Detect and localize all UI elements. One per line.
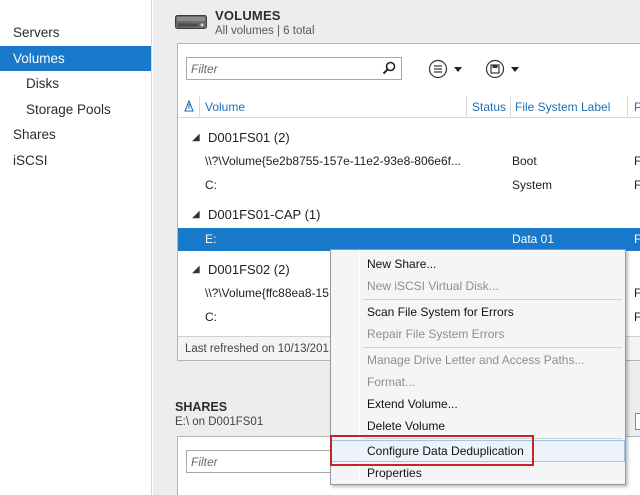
column-volume[interactable]: Volume [205, 96, 245, 118]
table-row[interactable]: C: System F [178, 174, 640, 197]
menu-item-new-share[interactable]: New Share... [331, 253, 625, 275]
volumes-filter-box [186, 57, 402, 80]
menu-item-repair-file-system: Repair File System Errors [367, 327, 505, 341]
sort-arrow-icon[interactable] [184, 100, 194, 113]
column-separator [510, 96, 511, 118]
cell-fs-label: Data 01 [512, 232, 555, 246]
menu-item-format: Format... [367, 375, 416, 389]
table-row-selected[interactable]: E: Data 01 F [178, 228, 640, 251]
menu-separator [363, 438, 622, 439]
cell-volume: C: [205, 178, 217, 192]
menu-separator [363, 299, 622, 300]
volumes-toolbar [178, 44, 640, 96]
volumes-filter-input[interactable] [187, 58, 377, 79]
cell-extra: F [634, 228, 640, 251]
expand-triangle-icon[interactable]: ◢ [192, 204, 202, 226]
column-separator [199, 96, 200, 118]
group-label: D001FS02 (2) [208, 262, 290, 277]
column-separator [627, 96, 628, 118]
cell-extra: F [634, 150, 640, 173]
shares-subtitle: E:\ on D001FS01 [175, 416, 264, 428]
shares-title: SHARES [175, 400, 228, 414]
volumes-subtitle: All volumes | 6 total [215, 25, 315, 37]
drive-icon [175, 15, 207, 29]
save-options-button[interactable] [485, 58, 522, 80]
menu-item-configure-data-deduplication[interactable]: Configure Data Deduplication [331, 440, 625, 462]
group-header[interactable]: ◢ D001FS01-CAP (1) [178, 204, 640, 226]
save-icon [485, 59, 505, 79]
menu-item-manage-drive-letter: Manage Drive Letter and Access Paths... [367, 353, 585, 367]
column-provisioning[interactable]: P [634, 96, 640, 118]
column-separator [466, 96, 467, 118]
menu-item-scan-file-system[interactable]: Scan File System for Errors [331, 301, 625, 323]
search-icon[interactable] [382, 61, 396, 75]
cell-fs-label: Boot [512, 154, 537, 168]
context-menu: New Share... New iSCSI Virtual Disk... S… [330, 249, 626, 485]
menu-item-new-iscsi-virtual-disk: New iSCSI Virtual Disk... [367, 279, 499, 293]
volumes-title: VOLUMES [215, 8, 281, 23]
column-fs-label[interactable]: File System Label [515, 96, 610, 118]
cell-extra: F [634, 174, 640, 197]
shares-filter-box [186, 450, 336, 473]
menu-item-extend-volume[interactable]: Extend Volume... [331, 393, 625, 415]
menu-item-properties[interactable]: Properties [331, 462, 625, 484]
sidebar-item-iscsi[interactable]: iSCSI [0, 148, 151, 174]
sidebar-item-storage-pools[interactable]: Storage Pools [0, 97, 151, 123]
expand-triangle-icon[interactable]: ◢ [192, 259, 202, 281]
group-label: D001FS01-CAP (1) [208, 207, 321, 222]
expand-triangle-icon[interactable]: ◢ [192, 127, 202, 149]
cell-extra: F [634, 282, 640, 305]
shares-filter-input[interactable] [187, 451, 327, 472]
sidebar-item-servers[interactable]: Servers [0, 20, 151, 46]
cell-fs-label: System [512, 178, 553, 192]
chevron-down-icon [511, 67, 519, 72]
table-row[interactable]: \\?\Volume{5e2b8755-157e-11e2-93e8-806e6… [178, 150, 640, 173]
chevron-down-icon [454, 67, 462, 72]
cell-extra: F [634, 306, 640, 329]
column-status[interactable]: Status [472, 96, 506, 118]
sidebar-item-volumes[interactable]: Volumes [0, 45, 151, 71]
sidebar-item-shares[interactable]: Shares [0, 122, 151, 148]
menu-separator [363, 347, 622, 348]
view-options-button[interactable] [428, 58, 465, 80]
group-label: D001FS01 (2) [208, 130, 290, 145]
sidebar-nav: Servers Volumes Disks Storage Pools Shar… [0, 0, 152, 495]
tasks-button-edge[interactable] [635, 413, 640, 430]
sidebar-item-disks[interactable]: Disks [0, 71, 151, 97]
group-header[interactable]: ◢ D001FS01 (2) [178, 127, 640, 149]
cell-volume: \\?\Volume{ffc88ea8-15 [205, 286, 329, 300]
list-view-icon [428, 59, 448, 79]
cell-volume: E: [205, 232, 217, 246]
volumes-column-header: Volume Status File System Label P [178, 96, 640, 118]
menu-item-delete-volume[interactable]: Delete Volume [331, 415, 625, 437]
cell-volume: C: [205, 310, 217, 324]
cell-volume: \\?\Volume{5e2b8755-157e-11e2-93e8-806e6… [205, 154, 461, 168]
